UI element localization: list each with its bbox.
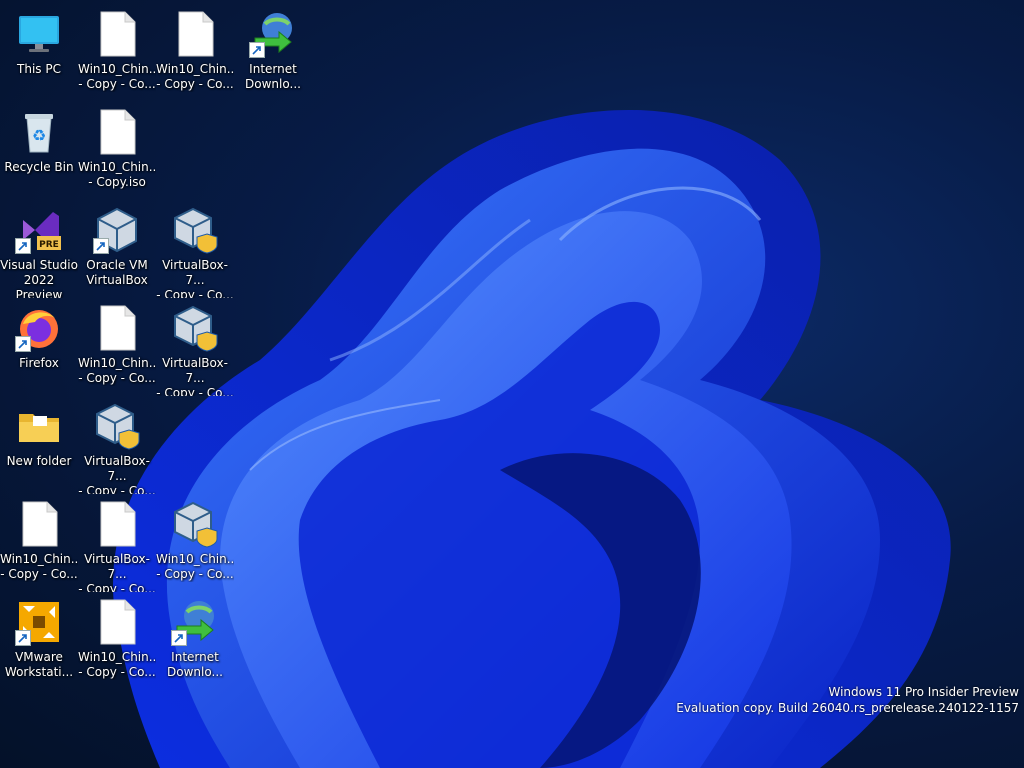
icon-label: Win10_Chin... - Copy - Co... [156, 62, 234, 91]
icon-label: Oracle VM VirtualBox [86, 258, 148, 287]
blank-file-icon [93, 108, 141, 156]
icon-label: VirtualBox-7... - Copy - Co... [78, 454, 156, 494]
folder-icon [15, 402, 63, 450]
pre-badge: PRE [39, 240, 59, 250]
desktop-icon-virtualbox-setup[interactable]: VirtualBox-7... - Copy - Co... [78, 398, 156, 494]
icon-label: Win10_Chin... - Copy - Co... [78, 650, 156, 679]
blank-file-icon [171, 10, 219, 58]
evaluation-watermark: Windows 11 Pro Insider Preview Evaluatio… [676, 684, 1019, 716]
virtualbox-setup-icon [171, 500, 219, 548]
virtualbox-setup-icon [171, 304, 219, 352]
computer-icon [15, 10, 63, 58]
desktop-icon-virtualbox-setup[interactable]: Win10_Chin... - Copy - Co... [156, 496, 234, 592]
shortcut-arrow-icon [93, 238, 109, 254]
blank-file-icon [93, 598, 141, 646]
icon-label: New folder [6, 454, 72, 468]
blank-file-icon [93, 10, 141, 58]
visual-studio-icon: PRE [15, 206, 63, 254]
watermark-build: Evaluation copy. Build 26040.rs_prerelea… [676, 701, 1019, 715]
desktop[interactable]: This PC ♻ Recycle Bin PRE Visual Studio … [0, 0, 1024, 768]
icon-label: Firefox [19, 356, 59, 370]
icon-label: Visual Studio 2022 Preview [0, 258, 78, 298]
desktop-icon-this-pc[interactable]: This PC [0, 6, 78, 102]
desktop-icon-file[interactable]: Win10_Chin... - Copy - Co... [156, 6, 234, 102]
icon-label: Internet Downlo... [167, 650, 223, 679]
vmware-icon [15, 598, 63, 646]
icon-label: VMware Workstati... [4, 650, 74, 679]
desktop-icon-visual-studio[interactable]: PRE Visual Studio 2022 Preview [0, 202, 78, 298]
shortcut-arrow-icon [171, 630, 187, 646]
shortcut-arrow-icon [15, 238, 31, 254]
desktop-icon-recycle-bin[interactable]: ♻ Recycle Bin [0, 104, 78, 200]
desktop-icon-internet-download-manager[interactable]: Internet Downlo... [156, 594, 234, 690]
shortcut-arrow-icon [15, 336, 31, 352]
desktop-icon-file[interactable]: Win10_Chin... - Copy - Co... [78, 594, 156, 690]
blank-file-icon [93, 500, 141, 548]
icon-label: Win10_Chin... - Copy - Co... [78, 62, 156, 91]
recycle-bin-icon: ♻ [15, 108, 63, 156]
desktop-icon-file[interactable]: VirtualBox-7... - Copy - Co... [78, 496, 156, 592]
idm-icon [249, 10, 297, 58]
icon-label: This PC [17, 62, 61, 76]
desktop-icon-virtualbox-setup[interactable]: VirtualBox-7... - Copy - Co... [156, 202, 234, 298]
desktop-icon-file[interactable]: Win10_Chin... - Copy.iso [78, 104, 156, 200]
desktop-icon-virtualbox-setup[interactable]: VirtualBox-7... - Copy - Co... [156, 300, 234, 396]
watermark-edition: Windows 11 Pro Insider Preview [828, 685, 1019, 699]
svg-text:♻: ♻ [32, 126, 46, 145]
blank-file-icon [15, 500, 63, 548]
virtualbox-icon [93, 206, 141, 254]
icon-label: Win10_Chin... - Copy.iso [78, 160, 156, 189]
shortcut-arrow-icon [15, 630, 31, 646]
icon-label: Recycle Bin [4, 160, 74, 174]
desktop-icon-firefox[interactable]: Firefox [0, 300, 78, 396]
icon-label: VirtualBox-7... - Copy - Co... [156, 356, 234, 396]
icon-label: Win10_Chin... - Copy - Co... [78, 356, 156, 385]
blank-file-icon [93, 304, 141, 352]
icon-label: VirtualBox-7... - Copy - Co... [78, 552, 156, 592]
virtualbox-setup-icon [171, 206, 219, 254]
idm-icon [171, 598, 219, 646]
desktop-icon-file[interactable]: Win10_Chin... - Copy - Co... [78, 6, 156, 102]
icon-label: VirtualBox-7... - Copy - Co... [156, 258, 234, 298]
icon-label: Win10_Chin... - Copy - Co... [0, 552, 78, 581]
desktop-icon-file[interactable]: Win10_Chin... - Copy - Co... [78, 300, 156, 396]
firefox-icon [15, 304, 63, 352]
desktop-icon-internet-download-manager[interactable]: Internet Downlo... [234, 6, 312, 102]
desktop-icon-new-folder[interactable]: New folder [0, 398, 78, 494]
desktop-icon-oracle-virtualbox[interactable]: Oracle VM VirtualBox [78, 202, 156, 298]
desktop-icon-vmware[interactable]: VMware Workstati... [0, 594, 78, 690]
icon-label: Win10_Chin... - Copy - Co... [156, 552, 234, 581]
desktop-icon-file[interactable]: Win10_Chin... - Copy - Co... [0, 496, 78, 592]
virtualbox-setup-icon [93, 402, 141, 450]
icon-label: Internet Downlo... [245, 62, 301, 91]
shortcut-arrow-icon [249, 42, 265, 58]
